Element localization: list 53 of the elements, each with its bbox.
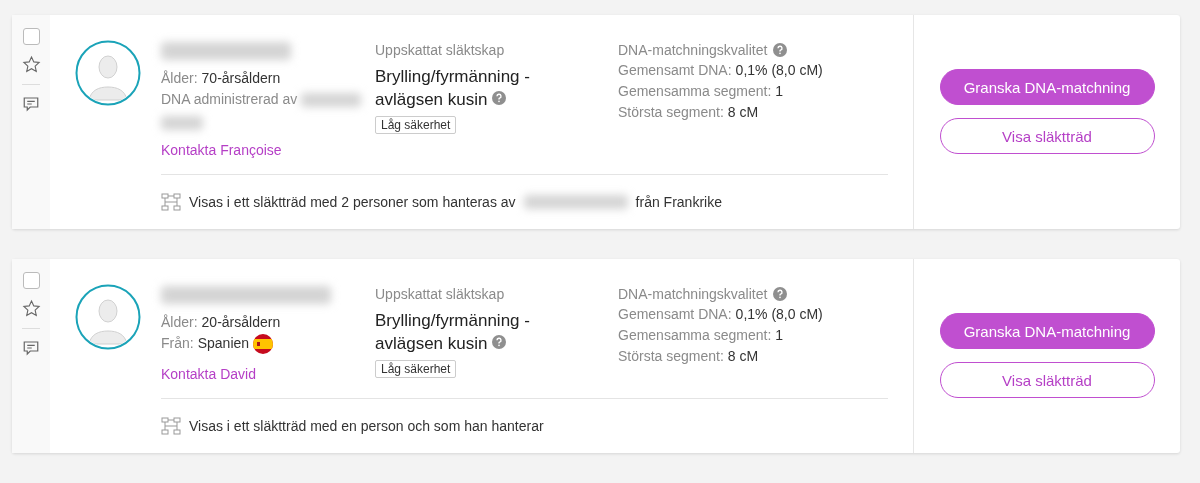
detail-value: Spanien xyxy=(197,334,250,353)
stat-label: Största segment: xyxy=(618,103,724,122)
avatar-icon xyxy=(75,284,141,350)
redacted-text xyxy=(161,116,203,130)
detail-value: 20-årsåldern xyxy=(201,313,281,332)
stat-value: 0,1% (8,0 cM) xyxy=(735,61,823,80)
relationship-value: Brylling/fyrmänning - avlägsen kusin xyxy=(375,310,531,355)
stat-value: 8 cM xyxy=(727,103,759,122)
star-icon[interactable] xyxy=(21,299,41,318)
stat-label: Största segment: xyxy=(618,347,724,366)
star-icon[interactable] xyxy=(21,55,41,74)
review-match-button[interactable]: Granska DNA-matchning xyxy=(939,313,1155,349)
select-checkbox[interactable] xyxy=(22,28,40,45)
flag-icon xyxy=(253,333,274,354)
quality-label: DNA-matchningskvalitet xyxy=(618,285,768,304)
comment-icon[interactable] xyxy=(22,339,40,357)
tree-icon xyxy=(161,193,181,211)
stat-value: 1 xyxy=(775,326,784,345)
help-icon[interactable] xyxy=(773,287,788,301)
stat-value: 8 cM xyxy=(727,347,759,366)
relationship-label: Uppskattat släktskap xyxy=(375,41,506,60)
stat-value: 1 xyxy=(775,82,784,101)
help-icon[interactable] xyxy=(773,43,788,57)
detail-label: Från: xyxy=(161,334,194,353)
quality-label: DNA-matchningskvalitet xyxy=(618,41,768,60)
relationship-label: Uppskattat släktskap xyxy=(375,285,506,304)
stat-label: Gemensamma segment: xyxy=(618,326,772,345)
stat-label: Gemensamma segment: xyxy=(618,82,772,101)
redacted-text xyxy=(301,92,362,107)
tree-text: Visas i ett släktträd med 2 personer som hanteras av xyxy=(189,194,516,210)
help-icon[interactable] xyxy=(492,335,507,349)
detail-value: 70-årsåldern xyxy=(201,69,281,88)
tree-text: från Frankrike xyxy=(635,194,722,210)
confidence-tag: Låg säkerhet xyxy=(375,360,457,378)
contact-link[interactable]: Kontakta Françoise xyxy=(161,142,375,158)
confidence-tag: Låg säkerhet xyxy=(375,116,457,134)
detail-label: Ålder: xyxy=(161,69,198,88)
contact-link[interactable]: Kontakta David xyxy=(161,366,375,382)
avatar-icon xyxy=(75,40,141,106)
stat-label: Gemensamt DNA: xyxy=(618,305,732,324)
detail-label: Ålder: xyxy=(161,313,198,332)
detail-label: DNA administrerad av xyxy=(161,90,298,109)
review-match-button[interactable]: Granska DNA-matchning xyxy=(939,69,1155,105)
relationship-value: Brylling/fyrmänning - avlägsen kusin xyxy=(375,66,531,111)
tree-text: Visas i ett släktträd med en person och som han hanterar xyxy=(189,418,544,434)
help-icon[interactable] xyxy=(492,91,507,105)
family-tree-button[interactable]: Visa släktträd xyxy=(939,118,1155,154)
select-checkbox[interactable] xyxy=(22,272,40,289)
family-tree-button[interactable]: Visa släktträd xyxy=(939,362,1155,398)
comment-icon[interactable] xyxy=(22,95,40,113)
stat-label: Gemensamt DNA: xyxy=(618,61,732,80)
stat-value: 0,1% (8,0 cM) xyxy=(735,305,823,324)
tree-icon xyxy=(161,417,181,435)
